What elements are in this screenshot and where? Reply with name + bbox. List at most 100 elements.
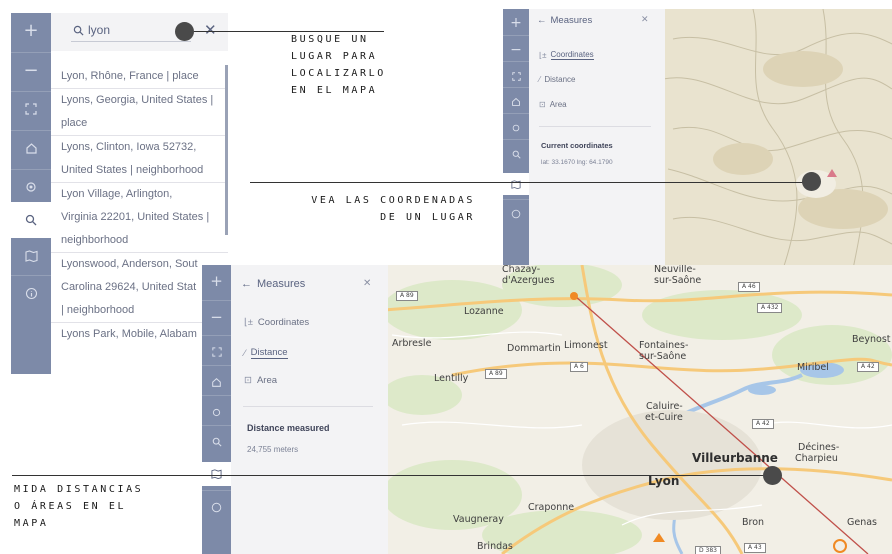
road-badge: A 6 xyxy=(570,362,588,372)
tool-area[interactable]: ⊡ Area xyxy=(539,100,567,109)
measures-panel: ← Measures ✕ ⌊± Coordinates ⁄ Distance ⊡ Ar… xyxy=(529,9,665,269)
section-title: Distance measured xyxy=(247,423,330,433)
place-label: Charpieu xyxy=(795,453,838,464)
place-label: et-Cuire xyxy=(645,412,683,423)
home-icon[interactable] xyxy=(503,87,529,116)
pointer-dot xyxy=(763,466,782,485)
place-label: Lentilly xyxy=(434,373,469,384)
pointer-dot xyxy=(802,172,821,191)
tool-distance[interactable]: ⁄ Distance xyxy=(539,75,575,84)
road-badge: D 383 xyxy=(695,546,721,554)
place-label: Lyon xyxy=(648,474,680,488)
place-label: Arbresle xyxy=(392,338,432,349)
pointer-dot xyxy=(175,22,194,41)
result-line: Lyon Village, Arlington, xyxy=(51,182,228,206)
back-arrow-icon[interactable]: ← xyxy=(241,278,252,290)
search-icon[interactable] xyxy=(202,425,231,458)
fullscreen-icon[interactable] xyxy=(202,335,231,368)
annotation-distance: Mida distancias o áreas en el mapa xyxy=(14,484,144,529)
tool-coordinates[interactable]: ⌊± Coordinates xyxy=(244,317,309,328)
road-badge: A 89 xyxy=(485,369,507,379)
result-line: Lyons, Georgia, United States | xyxy=(51,88,228,112)
road-badge: A 43 xyxy=(744,543,766,553)
place-label: Limonest xyxy=(564,340,608,351)
locate-icon[interactable] xyxy=(202,395,231,428)
place-label: Lozanne xyxy=(464,306,504,317)
result-line: United States | neighborhood xyxy=(61,164,204,176)
locate-icon[interactable] xyxy=(503,113,529,142)
map-icon[interactable] xyxy=(503,173,529,195)
close-icon[interactable]: ✕ xyxy=(363,278,371,289)
zoom-out-button[interactable]: − xyxy=(503,35,529,64)
map-toolbar: + − xyxy=(11,13,51,374)
info-icon[interactable] xyxy=(503,199,529,228)
home-icon[interactable] xyxy=(202,365,231,398)
place-label: Décines- xyxy=(798,442,840,453)
place-label: Vaugneray xyxy=(453,514,504,525)
fullscreen-icon[interactable] xyxy=(11,91,51,126)
search-icon[interactable] xyxy=(11,202,51,238)
clear-search-button[interactable]: ✕ xyxy=(204,21,217,39)
area-icon: ⊡ xyxy=(539,100,546,109)
road-badge: A 42 xyxy=(857,362,879,372)
coords-screenshot: + − ← Measures ✕ ⌊± Coordinates ⁄ Distance… xyxy=(503,9,892,269)
search-result-item[interactable]: Lyons, Clinton, Iowa 52732, United States… xyxy=(51,135,228,182)
search-underline xyxy=(71,41,191,42)
place-label: Fontaines- xyxy=(639,340,689,351)
place-label: Chazay- xyxy=(502,265,541,275)
zoom-in-button[interactable]: + xyxy=(202,265,231,297)
search-icon[interactable] xyxy=(503,139,529,168)
place-label: Brindas xyxy=(477,541,513,552)
measures-panel: ← Measures ✕ ⌊± Coordinates ⁄ Distance ⊡ Ar… xyxy=(231,265,388,554)
coordinates-value: lat: 33.1670 lng: 64.1790 xyxy=(541,159,613,166)
panel-title: Measures xyxy=(257,278,306,290)
map-toolbar: + − xyxy=(202,265,231,554)
road-badge: A 432 xyxy=(757,303,783,313)
divider xyxy=(539,126,651,127)
zoom-in-button[interactable]: + xyxy=(503,9,529,37)
zoom-out-button[interactable]: − xyxy=(11,52,51,87)
place-label: Bron xyxy=(742,517,765,528)
locate-icon[interactable] xyxy=(11,169,51,204)
search-input[interactable]: lyon xyxy=(88,23,110,37)
zoom-out-button[interactable]: − xyxy=(202,300,231,333)
result-line: neighborhood xyxy=(61,234,129,246)
tool-coordinates[interactable]: ⌊± Coordinates xyxy=(539,50,594,60)
ruler-icon: ⁄ xyxy=(539,75,541,84)
map-icon[interactable] xyxy=(202,462,231,486)
back-arrow-icon[interactable]: ← xyxy=(537,15,547,26)
zoom-in-button[interactable]: + xyxy=(11,13,51,47)
close-icon[interactable]: ✕ xyxy=(641,15,649,25)
map-toolbar: + − xyxy=(503,9,529,269)
annotation-coords: Vea las coordenadas de un lugar xyxy=(311,195,475,223)
area-icon: ⊡ xyxy=(244,375,252,386)
result-line: Lyon, Rhône, France | place xyxy=(61,70,199,82)
fullscreen-icon[interactable] xyxy=(503,61,529,90)
search-result-item[interactable]: Lyons, Georgia, United States | place xyxy=(51,88,228,135)
distance-value: 24,755 meters xyxy=(247,445,299,454)
map-icon[interactable] xyxy=(11,239,51,273)
place-label: Villeurbanne xyxy=(692,451,778,465)
road-badge: A 42 xyxy=(752,419,774,429)
place-label: sur-Saône xyxy=(639,351,687,362)
divider xyxy=(243,406,373,407)
search-result-item[interactable]: Lyon, Rhône, France | place xyxy=(51,65,228,88)
place-label: Beynost xyxy=(852,334,891,345)
search-result-item[interactable]: Lyon Village, Arlington, Virginia 22201, … xyxy=(51,182,228,252)
info-icon[interactable] xyxy=(202,490,231,523)
info-icon[interactable] xyxy=(11,275,51,310)
result-line: Lyons, Clinton, Iowa 52732, xyxy=(51,135,228,159)
place-label: Craponne xyxy=(528,502,575,513)
place-label: sur-Saône xyxy=(654,275,702,286)
search-screenshot: + − lyon ✕ Lyon, Rhône, France | place Ly… xyxy=(11,13,228,374)
place-label: Caluire- xyxy=(646,401,683,412)
tool-distance[interactable]: ⁄ Distance xyxy=(244,347,288,359)
road-badge: A 46 xyxy=(738,282,760,292)
place-label: d'Azergues xyxy=(502,275,555,286)
tool-area[interactable]: ⊡ Area xyxy=(244,375,277,386)
search-bar[interactable]: lyon ✕ xyxy=(51,13,228,51)
home-icon[interactable] xyxy=(11,130,51,165)
result-line: Virginia 22201, United States | xyxy=(61,211,210,223)
results-scrollbar[interactable] xyxy=(225,65,228,235)
leader-line xyxy=(12,475,768,476)
